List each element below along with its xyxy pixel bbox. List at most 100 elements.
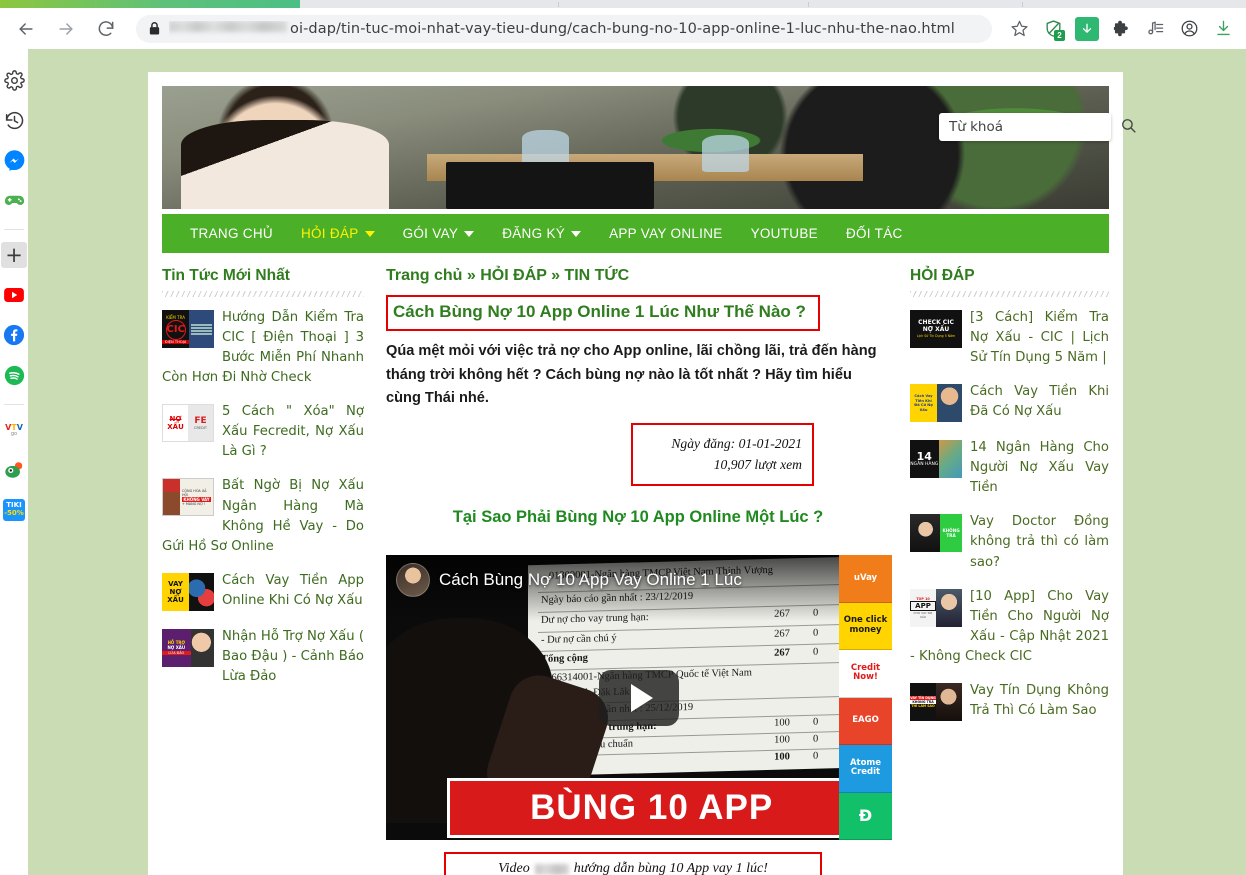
site-banner-image xyxy=(162,86,1109,209)
download-green-icon[interactable] xyxy=(1070,11,1104,46)
video-title-overlay: Cách Bùng Nợ 10 App Vay Online 1 Lúc xyxy=(386,555,892,622)
facebook-icon[interactable] xyxy=(1,322,27,348)
page-viewport[interactable]: TRANG CHỦ HỎI ĐÁP GÓI VAY ĐĂNG KÝ APP VA… xyxy=(28,49,1246,875)
ad-tile-creditnow[interactable]: Credit Now! xyxy=(839,650,892,698)
gamepad-icon[interactable] xyxy=(1,187,27,213)
video-caption-before: Video xyxy=(498,861,530,875)
ad-label: Credit Now! xyxy=(850,662,881,683)
bookmark-star-icon[interactable] xyxy=(1002,12,1036,46)
gear-icon[interactable] xyxy=(1,67,27,93)
list-item[interactable]: 14 NGÂN HÀNG 14 Ngân Hàng Cho Người Nợ Xấ… xyxy=(910,438,1109,498)
post-thumbnail: TOP 10 APP CHO VAY NỢ XẤU xyxy=(910,588,962,627)
video-ad-rail: uVay One click money Credit Now! EAGO At xyxy=(839,555,892,841)
post-thumbnail: 14 NGÂN HÀNG xyxy=(910,440,962,479)
doc-value: 100 xyxy=(773,751,790,763)
right-sidebar: HỎI ĐÁP CHECK CIC NỢ XẤU Lịch Sử Tín Dụn… xyxy=(902,267,1109,875)
save-download-icon[interactable] xyxy=(1206,12,1240,46)
nav-item-goi-vay[interactable]: GÓI VAY xyxy=(389,226,489,241)
history-icon[interactable] xyxy=(1,107,27,133)
doc-value: 100 xyxy=(773,717,790,729)
sidebar-divider-1 xyxy=(4,229,24,230)
channel-avatar[interactable] xyxy=(396,563,430,598)
doc-zero: 0 xyxy=(812,645,818,658)
breadcrumb[interactable]: Trang chủ » HỎI ĐÁP » TIN TỨC xyxy=(386,267,890,285)
chevron-down-icon xyxy=(364,230,375,237)
list-item[interactable]: VAY NỢ XẤU Cách Vay Tiền App Online Khi Có… xyxy=(162,571,364,613)
embedded-video-player[interactable]: ...01309001-Ngân hàng TMCP Việt Nam Thịn… xyxy=(386,555,892,841)
list-item[interactable]: HỖ TRỢ NỢ XẤU LỪA ĐẢO Nhận Hỗ Trợ Nợ Xấu (… xyxy=(162,627,364,687)
nav-label: ĐỐI TÁC xyxy=(845,226,903,241)
list-item[interactable]: TOP 10 APP CHO VAY NỢ XẤU [10 App] Cho Vay… xyxy=(910,587,1109,667)
article-title-highlight: Cách Bùng Nợ 10 App Online 1 Lúc Như Thế… xyxy=(386,295,820,331)
forward-icon[interactable] xyxy=(48,11,84,47)
publish-date: Ngày đăng: 01-01-2021 xyxy=(671,435,802,451)
browser-tabstrip[interactable] xyxy=(0,0,1246,8)
list-item[interactable]: KHÔNG TRẢ Vay Doctor Đồng không trả thì c… xyxy=(910,512,1109,572)
active-tab[interactable] xyxy=(0,0,300,8)
url-redacted-prefix xyxy=(169,20,287,32)
search-icon[interactable] xyxy=(1120,117,1137,138)
ad-label: uVay xyxy=(853,572,878,583)
nav-item-app-vay-online[interactable]: APP VAY ONLINE xyxy=(595,226,737,241)
ad-tile-oneclickmoney[interactable]: One click money xyxy=(839,602,892,651)
list-item[interactable]: Cách Vay Tiền Khi Đã Có Nợ Xấu Cách Vay Tiề… xyxy=(910,382,1109,424)
video-title[interactable]: Cách Bùng Nợ 10 App Vay Online 1 Lúc xyxy=(439,563,742,597)
left-widget-title: Tin Tức Mới Nhất xyxy=(162,267,290,284)
spotify-icon[interactable] xyxy=(1,362,27,388)
list-item[interactable]: VAY TÍN DỤNG KHÔNG TRẢ THÌ LÀM SAO Vay Tín… xyxy=(910,681,1109,723)
profile-account-icon[interactable] xyxy=(1172,12,1206,46)
video-thumbnail-banner: BÙNG 10 APP xyxy=(446,778,857,839)
adblock-count-badge: 2 xyxy=(1054,29,1065,41)
nav-label: YOUTUBE xyxy=(750,226,818,241)
tiki-icon[interactable]: TIKI -50% xyxy=(1,497,27,523)
nav-label: GÓI VAY xyxy=(402,226,459,241)
back-icon[interactable] xyxy=(8,11,44,47)
doc-zero: 0 xyxy=(812,750,818,762)
add-plus-icon[interactable]: + xyxy=(1,242,27,268)
post-thumbnail: VAY TÍN DỤNG KHÔNG TRẢ THÌ LÀM SAO xyxy=(910,682,962,721)
url-text: oi-dap/tin-tuc-moi-nhat-vay-tieu-dung/ca… xyxy=(290,20,955,37)
address-bar[interactable]: oi-dap/tin-tuc-moi-nhat-vay-tieu-dung/ca… xyxy=(136,14,992,43)
ad-label: EAGO xyxy=(852,715,879,726)
article-column: Trang chủ » HỎI ĐÁP » TIN TỨC Cách Bùng … xyxy=(374,267,902,875)
media-list-icon[interactable] xyxy=(1138,12,1172,46)
list-item[interactable]: CỘNG HÒA XÃ HỘI KHÔNG VAY + MANG NỢ ! Bất … xyxy=(162,476,364,556)
browser-side-appbar: + VTV go TIKI -50% xyxy=(0,49,28,875)
ad-tile-atomecredit[interactable]: Atome Credit xyxy=(839,745,892,793)
nav-item-dang-ky[interactable]: ĐĂNG KÝ xyxy=(488,226,595,241)
chevron-down-icon xyxy=(571,230,582,237)
post-thumbnail: NỢ XẤU FE CREDIT xyxy=(162,404,214,443)
list-item[interactable]: CHECK CIC NỢ XẤU Lịch Sử Tín Dụng 5 Năm … xyxy=(910,308,1109,368)
video-caption-after: hướng dẫn bùng 10 App vay 1 lúc! xyxy=(573,861,768,875)
ad-label: One click money xyxy=(843,615,888,635)
ad-tile-uvay[interactable]: uVay xyxy=(839,555,892,603)
youtube-icon[interactable] xyxy=(1,282,27,308)
content-columns: Tin Tức Mới Nhất KIỂM TRA CIC ĐIỆN THOẠI H… xyxy=(162,267,1109,875)
doc-value: 100 xyxy=(773,734,790,746)
ad-label: Đ xyxy=(858,806,873,825)
vtv-icon[interactable]: VTV go xyxy=(1,417,27,443)
extensions-puzzle-icon[interactable] xyxy=(1104,12,1138,46)
list-item[interactable]: KIỂM TRA CIC ĐIỆN THOẠI Hướng Dẫn Kiểm Tra… xyxy=(162,308,364,388)
nav-item-youtube[interactable]: YOUTUBE xyxy=(737,226,832,241)
ad-tile-dong[interactable]: Đ xyxy=(839,792,892,841)
site-search-box[interactable] xyxy=(939,113,1136,141)
doc-zero: 0 xyxy=(812,716,818,728)
nav-item-hoi-dap[interactable]: HỎI ĐÁP xyxy=(287,226,389,241)
article-meta-box: Ngày đăng: 01-01-2021 10,907 lượt xem xyxy=(631,422,814,487)
reload-icon[interactable] xyxy=(88,11,124,47)
list-item[interactable]: NỢ XẤU FE CREDIT 5 Cách " Xóa" Nợ Xấu Fecr… xyxy=(162,402,364,462)
doc-value: 267 xyxy=(773,627,790,640)
ad-tile-eago[interactable]: EAGO xyxy=(839,697,892,746)
nav-item-trang-chu[interactable]: TRANG CHỦ xyxy=(176,226,287,241)
messenger-icon[interactable] xyxy=(1,147,27,173)
coccoc-icon[interactable] xyxy=(1,457,27,483)
post-thumbnail: KHÔNG TRẢ xyxy=(910,514,962,553)
lock-icon xyxy=(148,21,161,36)
nav-item-doi-tac[interactable]: ĐỐI TÁC xyxy=(832,226,917,241)
doc-value: 267 xyxy=(773,646,790,659)
search-input[interactable] xyxy=(949,119,1120,135)
shield-adblock-icon[interactable]: 2 xyxy=(1036,12,1070,46)
divider-zigzag xyxy=(910,291,1109,297)
play-button-icon[interactable] xyxy=(599,669,679,726)
